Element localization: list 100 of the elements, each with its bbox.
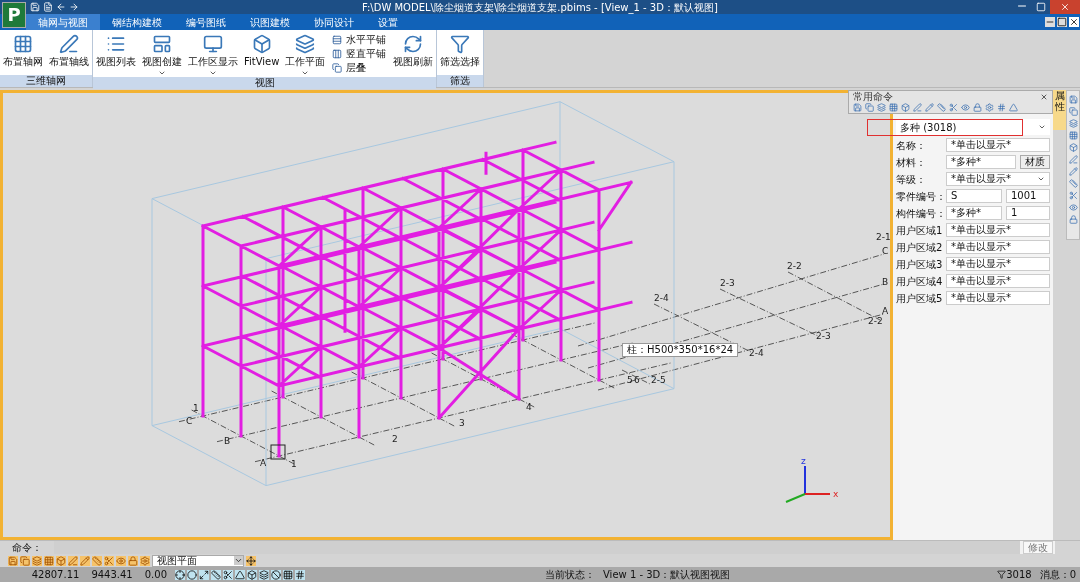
tool-icon bbox=[59, 34, 79, 54]
grid-label: B bbox=[882, 277, 889, 287]
snap-icon[interactable] bbox=[199, 569, 209, 580]
input-field[interactable]: *单击以显示* bbox=[946, 223, 1050, 237]
ribbon-tab[interactable]: 设置 bbox=[366, 14, 410, 30]
ribbon-button[interactable]: 工作区显示 bbox=[185, 30, 241, 77]
input-field[interactable]: 1001 bbox=[1006, 189, 1050, 203]
quick-access-icon[interactable] bbox=[30, 2, 40, 12]
ribbon-tab[interactable]: 编号图纸 bbox=[174, 14, 238, 30]
input-field[interactable]: *单击以显示* bbox=[946, 257, 1050, 271]
snap-icon[interactable] bbox=[295, 569, 305, 580]
grid-label: C bbox=[186, 416, 193, 426]
tile-icon bbox=[332, 34, 343, 45]
maximize-icon[interactable] bbox=[1057, 17, 1067, 27]
quick-access-icon[interactable] bbox=[56, 2, 66, 12]
grid-label: 2-3 bbox=[816, 331, 831, 341]
field-label: 材料： bbox=[896, 155, 927, 170]
grid-label: 4 bbox=[526, 402, 532, 412]
grid-label: 1 bbox=[193, 403, 199, 413]
snap-icon[interactable] bbox=[259, 569, 269, 580]
grid-label: 2-5 bbox=[651, 375, 666, 385]
material-button[interactable]: 材质 bbox=[1020, 155, 1050, 169]
input-field[interactable]: *单击以显示* bbox=[946, 240, 1050, 254]
app-logo[interactable]: P bbox=[2, 2, 26, 28]
selection-count: 3018 bbox=[997, 567, 1032, 582]
tool-icon bbox=[403, 34, 424, 54]
ribbon-tab[interactable]: 识图建模 bbox=[238, 14, 302, 30]
snap-icon[interactable] bbox=[247, 569, 257, 580]
ribbon-button[interactable]: 视图列表 bbox=[93, 30, 139, 77]
input-field[interactable]: *单击以显示* bbox=[946, 172, 1050, 186]
selection-cube-icon bbox=[270, 444, 286, 460]
ribbon-tab[interactable]: 钢结构建模 bbox=[100, 14, 174, 30]
caret-icon bbox=[158, 69, 166, 77]
ribbon-group-label: 三维轴网 bbox=[0, 75, 92, 87]
grid-label: 2-2 bbox=[868, 316, 883, 326]
view-plane-select[interactable]: 视图平面 bbox=[152, 554, 244, 567]
ribbon-button[interactable]: 筛选选择 bbox=[437, 30, 484, 75]
ribbon-button[interactable]: 工作平面 bbox=[282, 30, 329, 77]
filter-icon bbox=[997, 570, 1007, 579]
snap-icon[interactable] bbox=[223, 569, 233, 580]
window-title: F:\DW MODEL\除尘烟道支架\除尘烟道支架.pbims - [View_1 - 3D：默认视图] bbox=[362, 0, 718, 15]
minimize-icon[interactable] bbox=[1045, 17, 1055, 27]
snap-icon[interactable] bbox=[175, 569, 185, 580]
tool-icon bbox=[106, 34, 126, 54]
ribbon-small-button[interactable]: 层叠 bbox=[332, 61, 387, 74]
field-label: 零件编号： bbox=[896, 189, 946, 204]
quick-access-icon[interactable] bbox=[69, 2, 79, 12]
ribbon-button[interactable]: 视图创建 bbox=[139, 30, 185, 77]
input-field[interactable]: *多种* bbox=[946, 155, 1016, 169]
grid-label: 5 bbox=[627, 375, 633, 385]
axis-label: z bbox=[801, 456, 806, 466]
field-label: 用户区域1 bbox=[896, 223, 944, 238]
tooltip: 柱：H500*350*16*24 bbox=[622, 343, 739, 357]
side-tab[interactable]: 属性 bbox=[1053, 90, 1066, 130]
coordinate-value: 9443.41 bbox=[91, 568, 133, 582]
ribbon-tab[interactable]: 轴网与视图 bbox=[26, 14, 100, 30]
ribbon-button[interactable]: 视图刷新 bbox=[390, 30, 437, 77]
ribbon-small-button[interactable]: 竖直平铺 bbox=[332, 47, 387, 60]
snap-icon[interactable] bbox=[283, 569, 293, 580]
axis-label: x bbox=[833, 489, 839, 499]
axis-triad-icon bbox=[785, 465, 831, 503]
input-field[interactable]: S bbox=[946, 189, 1002, 203]
status-text: View 1 - 3D：默认视图视图 bbox=[603, 568, 731, 582]
tool-icon[interactable] bbox=[246, 555, 256, 566]
field-label: 用户区域2 bbox=[896, 240, 944, 255]
command-input[interactable] bbox=[54, 541, 1020, 554]
snap-icon[interactable] bbox=[187, 569, 197, 580]
ribbon-button[interactable]: 布置轴网 bbox=[0, 30, 46, 75]
input-field[interactable]: *多种* bbox=[946, 206, 1002, 220]
tool-icon bbox=[295, 34, 316, 54]
close-icon[interactable] bbox=[1069, 17, 1079, 27]
grid-label: 2-1 bbox=[876, 232, 890, 242]
caret-icon bbox=[301, 69, 310, 77]
ribbon-button[interactable]: 布置轴线 bbox=[46, 30, 92, 75]
tile-icon bbox=[332, 48, 343, 59]
field-label: 用户区域3 bbox=[896, 257, 944, 272]
tool-icon bbox=[203, 34, 223, 54]
snap-icon[interactable] bbox=[235, 569, 245, 580]
ribbon-tab[interactable]: 协同设计 bbox=[302, 14, 366, 30]
tool-icon bbox=[152, 34, 172, 54]
grid-label: 1 bbox=[291, 459, 297, 469]
ribbon-small-button[interactable]: 水平平铺 bbox=[332, 33, 387, 46]
modify-button[interactable]: 修改 bbox=[1022, 541, 1053, 554]
input-field[interactable]: *单击以显示* bbox=[946, 274, 1050, 288]
input-field[interactable]: *单击以显示* bbox=[946, 291, 1050, 305]
grid-label: C bbox=[882, 246, 889, 256]
toolbar-title: 常用命令 bbox=[853, 91, 893, 102]
ribbon-group-label: 视图 bbox=[93, 77, 437, 89]
quick-access-icon[interactable] bbox=[43, 2, 53, 12]
close-icon[interactable] bbox=[1040, 92, 1048, 101]
snap-icon[interactable] bbox=[211, 569, 221, 580]
snap-icon[interactable] bbox=[271, 569, 281, 580]
caret-icon bbox=[209, 69, 217, 77]
ribbon-group-label: 筛选 bbox=[437, 75, 484, 87]
input-field[interactable]: *单击以显示* bbox=[946, 138, 1050, 152]
tool-icon bbox=[251, 34, 272, 54]
ribbon-button[interactable]: FitView bbox=[241, 30, 283, 77]
input-field[interactable]: 1 bbox=[1006, 206, 1050, 220]
dropdown-icon bbox=[234, 556, 243, 565]
field-label: 名称： bbox=[896, 138, 927, 153]
